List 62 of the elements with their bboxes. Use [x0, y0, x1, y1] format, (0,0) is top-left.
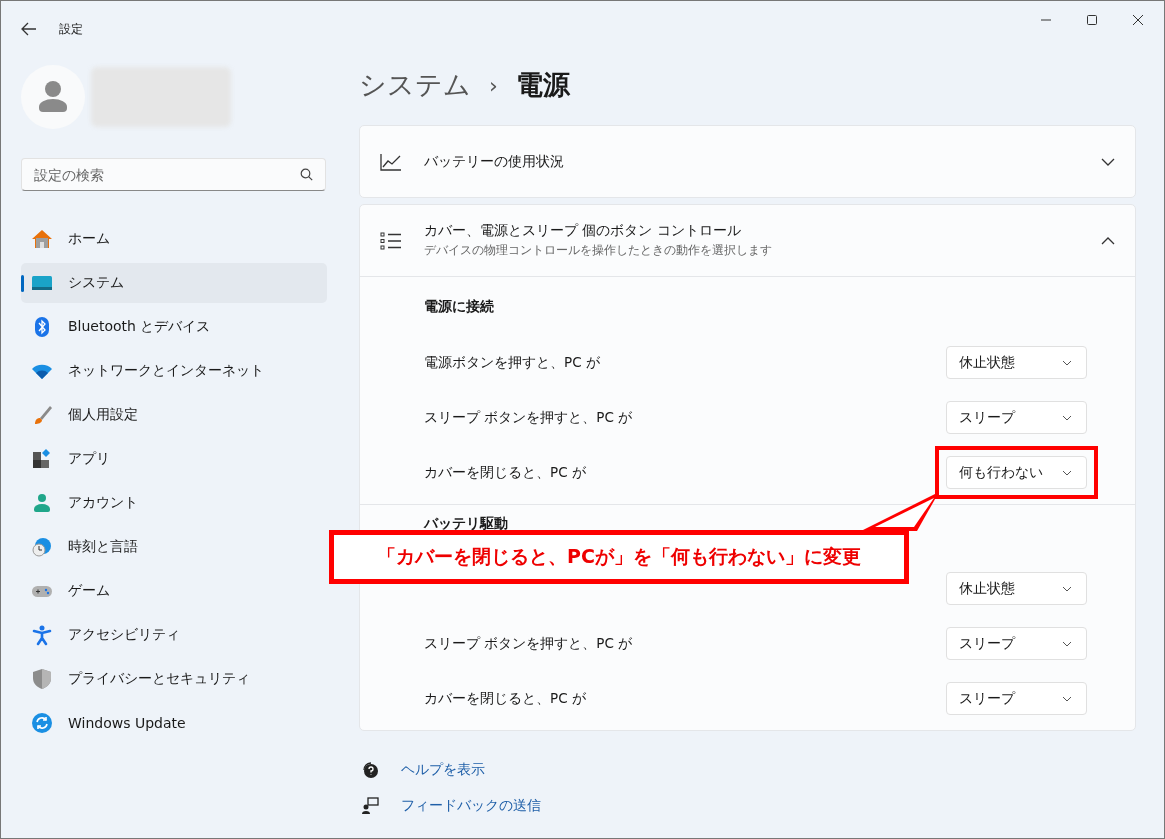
feedback-icon	[361, 797, 379, 815]
sidebar-item[interactable]: Bluetooth とデバイス	[21, 307, 327, 347]
accessibility-icon	[31, 624, 53, 646]
card-header[interactable]: バッテリーの使用状況	[360, 126, 1135, 197]
setting-label: スリープ ボタンを押すと、PC が	[424, 634, 633, 653]
update-icon	[31, 712, 53, 734]
section-heading: バッテリ駆動	[424, 515, 508, 533]
sidebar-item[interactable]: アカウント	[21, 483, 327, 523]
sidebar-item[interactable]: システム	[21, 263, 327, 303]
search-field[interactable]: 設定の検索	[21, 158, 326, 191]
person-icon	[31, 492, 53, 514]
chevron-icon	[1062, 414, 1072, 421]
sidebar-item[interactable]: アクセシビリティ	[21, 615, 327, 655]
setting-label: カバーを閉じると、PC が	[424, 689, 586, 708]
card-title: バッテリーの使用状況	[424, 152, 565, 171]
maximize-icon[interactable]	[1086, 14, 1098, 26]
chevron-icon	[1062, 585, 1072, 592]
dropdown[interactable]: 休止状態	[946, 572, 1087, 605]
breadcrumb-parent[interactable]: システム	[359, 67, 471, 103]
sidebar-item[interactable]: プライバシーとセキュリティ	[21, 659, 327, 699]
setting-label: スリープ ボタンを押すと、PC が	[424, 408, 633, 427]
dropdown[interactable]: スリープ	[946, 627, 1087, 660]
section-heading: 電源に接続	[424, 298, 494, 316]
list-icon	[380, 231, 402, 250]
sidebar-item[interactable]: アプリ	[21, 439, 327, 479]
window-title: 設定	[59, 20, 83, 38]
breadcrumb-separator: ›	[489, 72, 498, 98]
shield-icon	[31, 668, 53, 690]
dropdown[interactable]: 休止状態	[946, 346, 1087, 379]
close-icon[interactable]	[1132, 14, 1144, 26]
sidebar-item[interactable]: Windows Update	[21, 703, 327, 743]
dropdown[interactable]: スリープ	[946, 682, 1087, 715]
sidebar-item[interactable]: 時刻と言語	[21, 527, 327, 567]
search-icon	[300, 168, 313, 181]
back-icon[interactable]	[21, 22, 37, 36]
chevron-icon	[1062, 469, 1072, 476]
setting-label: カバーを閉じると、PC が	[424, 463, 586, 482]
card-title: カバー、電源とスリープ 個のボタン コントロール	[424, 222, 742, 240]
dropdown[interactable]: スリープ	[946, 401, 1087, 434]
chevron-icon	[1062, 695, 1072, 702]
link[interactable]: ヘルプを表示	[401, 761, 485, 779]
chevron-icon	[1062, 640, 1072, 647]
house-icon	[31, 228, 53, 250]
chevron-icon	[1101, 236, 1115, 245]
link[interactable]: フィードバックの送信	[401, 797, 541, 815]
page-title: 電源	[515, 68, 570, 102]
dropdown[interactable]: 何も行わない	[946, 456, 1087, 489]
help-icon	[361, 761, 379, 779]
chevron-icon	[1062, 359, 1072, 366]
apps-icon	[31, 448, 53, 470]
line-chart-icon	[380, 152, 402, 171]
card-header[interactable]: カバー、電源とスリープ 個のボタン コントロール デバイスの物理コントロールを操作したときの動作を選択します	[360, 205, 1135, 276]
sidebar-item[interactable]: ホーム	[21, 219, 327, 259]
chevron-icon	[1101, 157, 1115, 166]
sidebar-item[interactable]: ゲーム	[21, 571, 327, 611]
globe-clock-icon	[31, 536, 53, 558]
sidebar-item[interactable]: ネットワークとインターネット	[21, 351, 327, 391]
sidebar-item[interactable]: 個人用設定	[21, 395, 327, 435]
card-description: デバイスの物理コントロールを操作したときの動作を選択します	[424, 242, 773, 259]
avatar-icon	[21, 65, 85, 129]
callout-note: 「カバーを閉じると、PCが」を「何も行わない」に変更	[329, 530, 909, 584]
setting-label: 電源ボタンを押すと、PC が	[424, 353, 600, 372]
